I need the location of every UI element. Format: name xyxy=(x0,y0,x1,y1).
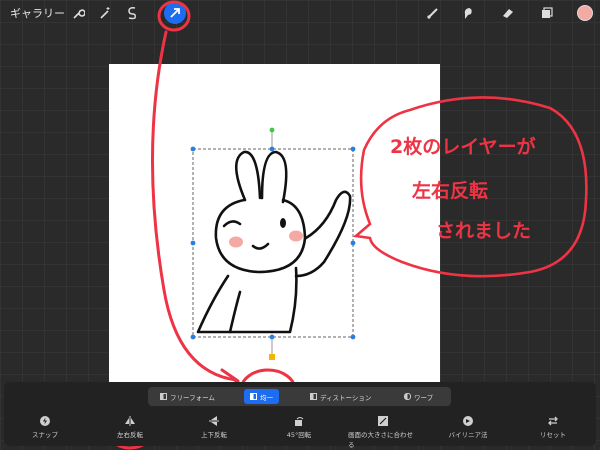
rotate-icon xyxy=(295,417,304,426)
annotation-arrow-1 xyxy=(150,30,238,382)
tool-rotate-45[interactable]: 45°回転 xyxy=(264,415,334,439)
rabbit-drawing xyxy=(196,150,352,334)
reset-icon xyxy=(548,416,558,426)
resize-handles xyxy=(190,146,356,340)
mode-warp[interactable]: ワープ xyxy=(404,389,433,404)
distort-icon xyxy=(310,393,317,400)
fit-to-screen-icon xyxy=(378,416,388,426)
highlight-transform-circle xyxy=(157,0,191,32)
mode-freeform[interactable]: フリーフォーム xyxy=(160,389,215,404)
tool-flip-horizontal[interactable]: 左右反転 xyxy=(95,415,165,439)
annotation-line-2: 左右反転 xyxy=(412,180,489,202)
rotate-handle xyxy=(269,127,275,133)
tool-fit-to-screen[interactable]: 画面の大きさに合わせる xyxy=(348,415,418,449)
tool-reset[interactable]: リセット xyxy=(518,415,588,439)
tool-flip-vertical[interactable]: 上下反転 xyxy=(179,415,249,439)
skew-handle xyxy=(269,354,275,360)
flip-vertical-icon xyxy=(209,416,219,426)
warp-icon xyxy=(404,393,411,400)
annotation-line-1: 2枚のレイヤーが xyxy=(390,136,536,158)
mode-distort[interactable]: ディストーション xyxy=(310,389,371,404)
interpolation-icon xyxy=(463,416,473,426)
tool-bilinear[interactable]: バイリニア法 xyxy=(433,415,503,439)
snap-icon xyxy=(40,416,50,426)
uniform-icon xyxy=(250,393,257,400)
flip-horizontal-icon xyxy=(125,416,135,426)
mode-uniform[interactable]: 均一 xyxy=(244,389,279,404)
freeform-icon xyxy=(160,393,167,400)
annotation-line-3: されました xyxy=(436,220,532,242)
tool-snap[interactable]: スナップ xyxy=(10,415,80,439)
